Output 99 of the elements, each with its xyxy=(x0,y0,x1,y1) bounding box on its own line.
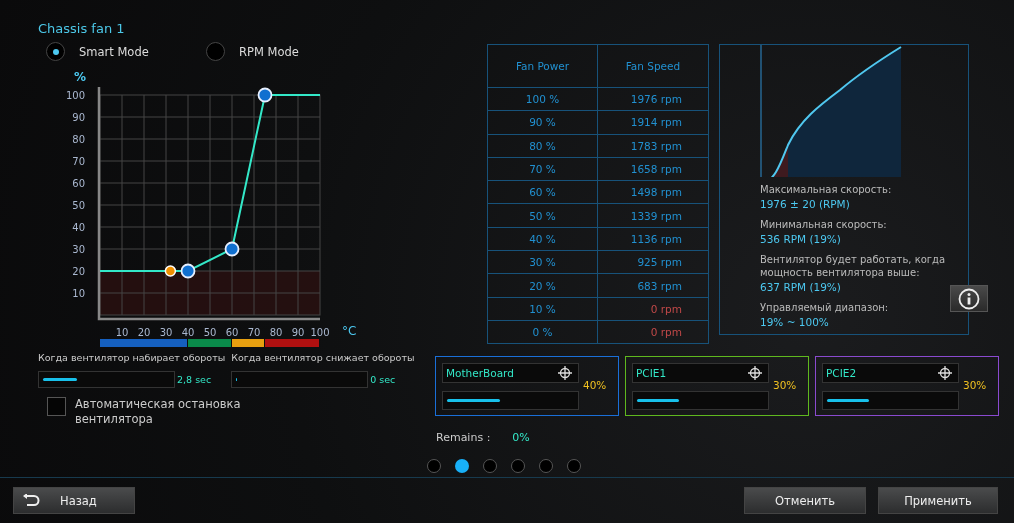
ramp-slider[interactable] xyxy=(231,371,369,388)
table-cell: 683 rpm xyxy=(598,274,708,298)
curve-handle[interactable] xyxy=(224,241,240,257)
remains-value: 0% xyxy=(512,431,530,445)
page-dot[interactable] xyxy=(483,459,497,474)
curve-handle[interactable] xyxy=(180,263,196,279)
axis-tick-label: 30 xyxy=(72,244,85,255)
axis-tick-label: 90 xyxy=(72,112,85,123)
page-dot[interactable] xyxy=(427,459,441,474)
column-header: Fan Speed xyxy=(598,45,708,88)
weight-percent: 30% xyxy=(963,379,987,392)
info-label: Вентилятор будет работать, когда мощность вентилятора выше: xyxy=(760,253,947,279)
axis-tick-label: 100 xyxy=(65,90,85,101)
checkbox-label: Автоматическая остановка вентилятора xyxy=(75,397,242,427)
table-cell-text: 0 rpm xyxy=(649,325,683,341)
table-cell: 1498 rpm xyxy=(598,181,708,205)
info-value: 19% ~ 100% xyxy=(760,316,830,328)
info-label: Минимальная скорость: xyxy=(760,218,888,231)
info-label: Управляемый диапазон: xyxy=(760,301,890,314)
weight-percent: 30% xyxy=(773,379,797,392)
ramp-reading: 0 sec xyxy=(370,374,396,385)
table-cell: 60 % xyxy=(488,181,598,205)
ramp-slider[interactable] xyxy=(38,371,175,388)
weight-percent: 40% xyxy=(583,379,607,392)
axis-tick-label: 20 xyxy=(72,266,85,277)
ramp-label: Когда вентилятор набирает обороты xyxy=(38,352,226,363)
ramp-label: Когда вентилятор снижает обороты xyxy=(231,352,415,363)
table-cell: 30 % xyxy=(488,251,598,275)
axis-tick-label: 10 xyxy=(115,327,129,338)
table-cell: 925 rpm xyxy=(598,251,708,275)
radio-button[interactable] xyxy=(46,42,65,61)
radio-button[interactable] xyxy=(206,42,225,61)
table-cell: 0 rpm xyxy=(598,297,708,321)
info-value: 1976 ± 20 (RPM) xyxy=(760,198,851,210)
axis-tick-label: 40 xyxy=(72,222,85,233)
table-cell: 80 % xyxy=(488,134,598,158)
column-header: Fan Power xyxy=(488,45,598,88)
axis-tick-label: 30 xyxy=(159,327,173,338)
ramp-reading: 2,8 sec xyxy=(177,374,212,385)
page-dot[interactable] xyxy=(511,459,525,474)
fan-title: Chassis fan 1 xyxy=(38,21,126,36)
table-cell: 1914 rpm xyxy=(598,111,708,135)
mode-label: Smart Mode xyxy=(79,44,149,59)
page-dot[interactable] xyxy=(455,459,469,474)
table-cell: 0 % xyxy=(488,320,598,344)
info-icon xyxy=(958,287,980,310)
crosshair-icon xyxy=(938,365,952,380)
axis-tick-label: 20 xyxy=(137,327,151,338)
mode-radio[interactable]: Smart Mode xyxy=(46,42,206,61)
crosshair-icon xyxy=(558,365,572,380)
table-cell: 1783 rpm xyxy=(598,134,708,158)
mode-radio[interactable]: RPM Mode xyxy=(206,42,366,61)
axis-tick-label: 100 xyxy=(310,327,330,338)
axis-unit: °C xyxy=(342,324,357,338)
table-cell: 90 % xyxy=(488,111,598,135)
weight-slider[interactable] xyxy=(442,390,579,410)
info-label: Максимальная скорость: xyxy=(760,183,893,196)
crosshair-icon xyxy=(748,365,762,380)
axis-tick-label: 60 xyxy=(225,327,239,338)
current-point xyxy=(164,265,177,277)
axis-tick-label: 40 xyxy=(181,327,195,338)
axis-tick-label: 80 xyxy=(269,327,283,338)
axis-tick-label: 10 xyxy=(72,288,85,299)
info-value: 637 RPM (19%) xyxy=(760,281,842,293)
page-dot[interactable] xyxy=(567,459,581,474)
undo-arrow-icon xyxy=(22,493,40,508)
table-cell: 1339 rpm xyxy=(598,204,708,228)
sensor-name-field[interactable]: MotherBoard xyxy=(442,362,579,383)
weight-slider[interactable] xyxy=(822,390,959,410)
axis-tick-label: 80 xyxy=(72,134,85,145)
axis-tick-label: 60 xyxy=(72,178,85,189)
table-cell: 20 % xyxy=(488,274,598,298)
table-cell: 70 % xyxy=(488,157,598,182)
table-cell: 100 % xyxy=(488,88,598,112)
sensor-name-field[interactable]: PCIE1 xyxy=(632,362,769,383)
table-cell: 1976 rpm xyxy=(598,88,708,112)
table-cell: 10 % xyxy=(488,297,598,321)
apply-button[interactable]: Применить xyxy=(878,487,998,514)
axis-tick-label: 50 xyxy=(72,200,85,211)
table-cell: 1658 rpm xyxy=(598,157,708,182)
info-button[interactable] xyxy=(950,285,988,312)
mode-label: RPM Mode xyxy=(239,44,299,59)
table-cell: 40 % xyxy=(488,227,598,252)
page-dot[interactable] xyxy=(539,459,553,474)
weight-slider[interactable] xyxy=(632,390,769,410)
axis-tick-label: 70 xyxy=(247,327,261,338)
table-cell: 1136 rpm xyxy=(598,227,708,252)
back-button[interactable]: Назад xyxy=(13,487,135,514)
table-cell: 50 % xyxy=(488,204,598,228)
sensor-name-field[interactable]: PCIE2 xyxy=(822,362,959,383)
info-value: 536 RPM (19%) xyxy=(760,233,842,245)
axis-tick-label: 50 xyxy=(203,327,217,338)
cancel-button[interactable]: Отменить xyxy=(744,487,866,514)
axis-tick-label: 90 xyxy=(291,327,305,338)
checkbox[interactable] xyxy=(47,397,66,416)
remains-label: Remains : xyxy=(436,431,491,445)
axis-tick-label: 70 xyxy=(72,156,85,167)
curve-handle[interactable] xyxy=(257,87,273,103)
axis-unit: % xyxy=(74,70,87,84)
